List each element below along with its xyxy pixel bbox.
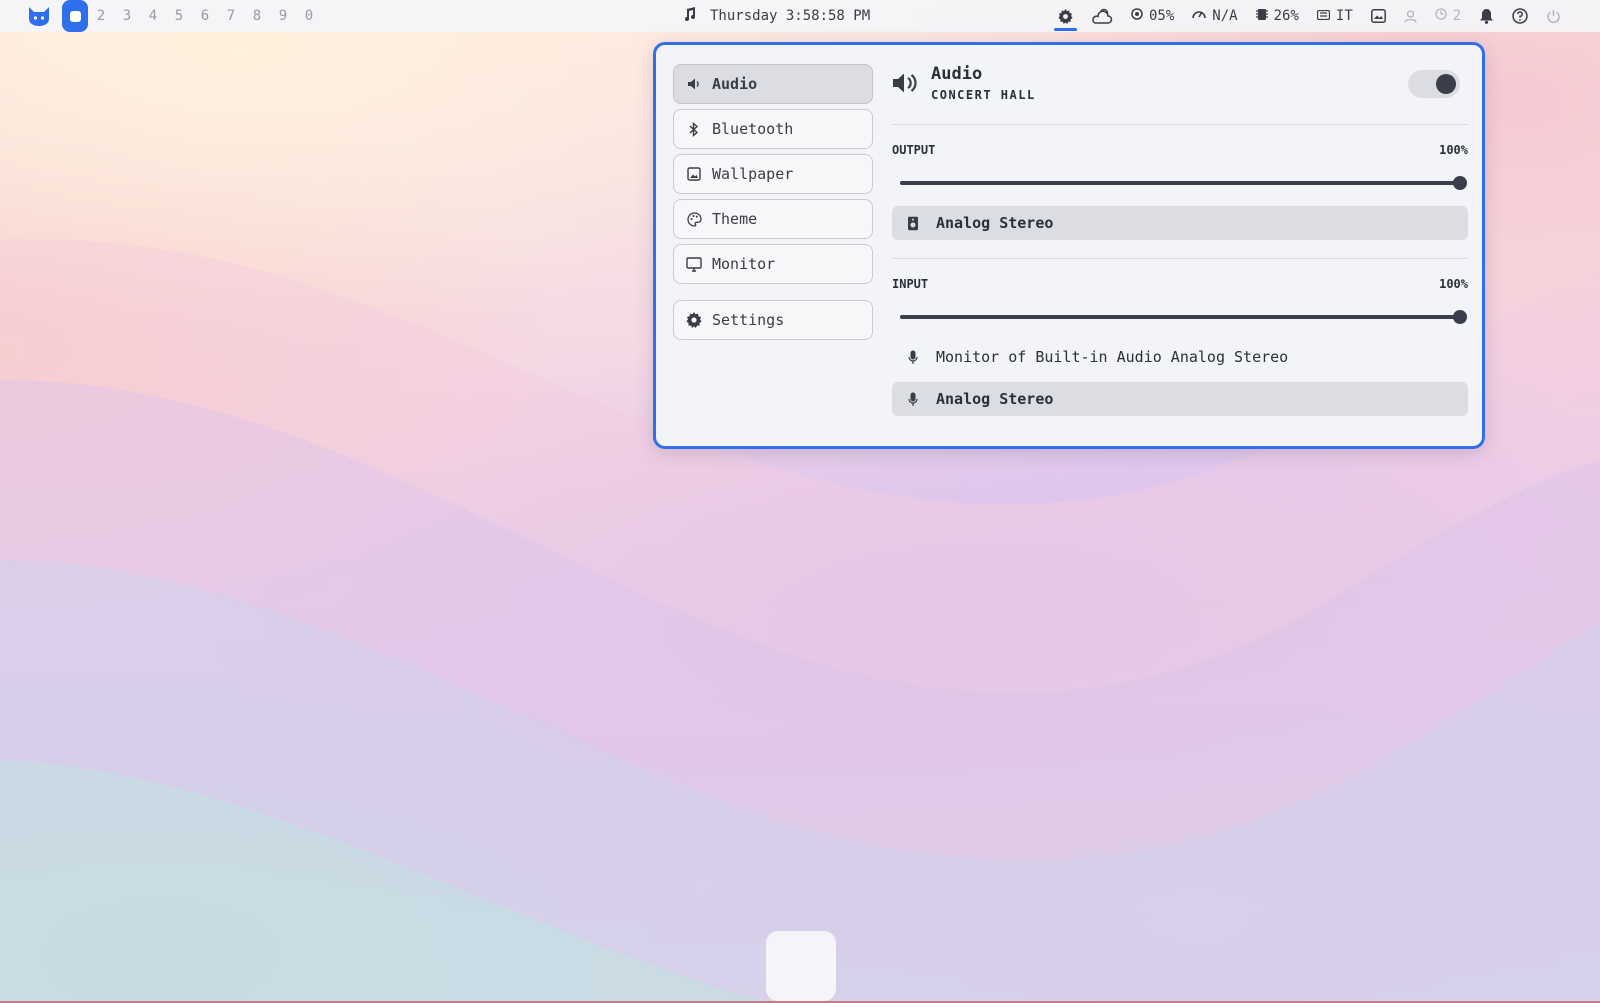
input-label: INPUT (892, 277, 929, 291)
power-icon[interactable] (1546, 9, 1561, 24)
dock[interactable] (766, 931, 836, 1001)
image-icon (686, 166, 702, 182)
workspace-7[interactable]: 7 (218, 8, 244, 24)
palette-icon (686, 211, 702, 227)
divider (892, 258, 1468, 259)
microphone-icon (906, 349, 920, 365)
screenshot-icon[interactable] (1370, 9, 1386, 23)
input-device-item[interactable]: Monitor of Built-in Audio Analog Stereo (892, 340, 1468, 374)
workspace-6[interactable]: 6 (192, 8, 218, 24)
audio-content: Audio CONCERT HALL OUTPUT 100% Analog St… (892, 64, 1468, 416)
updates-count: 2 (1452, 8, 1462, 24)
audio-header: Audio CONCERT HALL (892, 64, 1468, 124)
workspace-3[interactable]: 3 (114, 8, 140, 24)
cpu-icon (1131, 8, 1143, 24)
memory-value: 26% (1273, 8, 1299, 24)
keyboard-layout-indicator[interactable]: IT (1316, 8, 1353, 24)
network-value: N/A (1212, 8, 1238, 24)
notification-bell-icon[interactable] (1479, 8, 1494, 24)
nav-theme-button[interactable]: Theme (673, 199, 873, 239)
workspace-2[interactable]: 2 (88, 8, 114, 24)
microphone-icon (906, 391, 920, 407)
nav-wallpaper-label: Wallpaper (712, 165, 794, 183)
output-device-name: Analog Stereo (936, 214, 1054, 232)
bluetooth-icon (686, 121, 702, 137)
speaker-icon (686, 76, 702, 92)
updates-indicator[interactable]: 2 (1435, 8, 1461, 24)
output-volume-slider[interactable] (900, 172, 1467, 194)
clock-widget[interactable]: Thursday 3:58:58 PM (682, 0, 870, 32)
input-volume-slider[interactable] (900, 306, 1467, 328)
audio-title: Audio (931, 64, 983, 84)
output-label: OUTPUT (892, 143, 936, 157)
nav-bluetooth-label: Bluetooth (712, 120, 794, 138)
output-slider-handle[interactable] (1453, 176, 1467, 190)
top-bar: 2 3 4 5 6 7 8 9 0 Thursday 3:58:58 PM 05… (0, 0, 1600, 32)
input-device-item[interactable]: Analog Stereo (892, 382, 1468, 416)
keyboard-icon (1316, 8, 1331, 24)
nav-settings-label: Settings (712, 311, 785, 329)
weather-cloud-sun-icon[interactable] (1091, 7, 1113, 25)
monitor-icon (686, 256, 702, 272)
status-tray: 05% N/A 26% IT 2 (1054, 0, 1579, 32)
nav-audio-label: Audio (712, 75, 758, 93)
speedometer-icon (1192, 8, 1207, 24)
nav-settings-button[interactable]: Settings (673, 300, 873, 340)
nav-monitor-button[interactable]: Monitor (673, 244, 873, 284)
keyboard-layout-value: IT (1335, 8, 1353, 24)
workspace-1-active[interactable] (62, 0, 88, 32)
cpu-value: 05% (1149, 8, 1175, 24)
help-icon[interactable] (1512, 8, 1528, 24)
audio-control-panel: Audio Bluetooth Wallpaper Theme Monitor (653, 42, 1485, 449)
memory-chip-icon (1255, 8, 1268, 25)
music-note-icon (682, 7, 696, 25)
audio-enable-toggle[interactable] (1408, 70, 1460, 98)
panel-nav: Audio Bluetooth Wallpaper Theme Monitor (673, 64, 873, 345)
output-volume-value: 100% (1439, 143, 1468, 157)
nav-audio-button[interactable]: Audio (673, 64, 873, 104)
volume-icon (892, 72, 918, 98)
workspace-4[interactable]: 4 (140, 8, 166, 24)
input-volume-value: 100% (1439, 277, 1468, 291)
workspace-switcher: 2 3 4 5 6 7 8 9 0 (26, 0, 322, 32)
nav-theme-label: Theme (712, 210, 758, 228)
audio-profile-name: CONCERT HALL (931, 88, 1036, 102)
cpu-indicator[interactable]: 05% (1131, 8, 1174, 24)
speaker-device-icon (906, 215, 920, 231)
input-slider-handle[interactable] (1453, 310, 1467, 324)
nav-bluetooth-button[interactable]: Bluetooth (673, 109, 873, 149)
input-device-name: Monitor of Built-in Audio Analog Stereo (936, 348, 1289, 366)
settings-gear-icon[interactable] (1054, 8, 1077, 31)
clock-text: Thursday 3:58:58 PM (710, 8, 871, 24)
memory-indicator[interactable]: 26% (1255, 8, 1299, 25)
nav-monitor-label: Monitor (712, 255, 776, 273)
workspace-8[interactable]: 8 (244, 8, 270, 24)
input-section-header: INPUT 100% (892, 277, 1468, 303)
gear-icon (686, 312, 702, 328)
network-indicator[interactable]: N/A (1192, 8, 1238, 24)
divider (892, 124, 1468, 125)
output-device-item[interactable]: Analog Stereo (892, 206, 1468, 240)
nav-wallpaper-button[interactable]: Wallpaper (673, 154, 873, 194)
workspace-5[interactable]: 5 (166, 8, 192, 24)
user-icon[interactable] (1404, 9, 1417, 23)
cat-logo-icon[interactable] (26, 5, 52, 27)
workspace-9[interactable]: 9 (270, 8, 296, 24)
output-section-header: OUTPUT 100% (892, 143, 1468, 169)
workspace-10[interactable]: 0 (296, 8, 322, 24)
input-device-name: Analog Stereo (936, 390, 1054, 408)
updates-icon (1435, 8, 1447, 24)
